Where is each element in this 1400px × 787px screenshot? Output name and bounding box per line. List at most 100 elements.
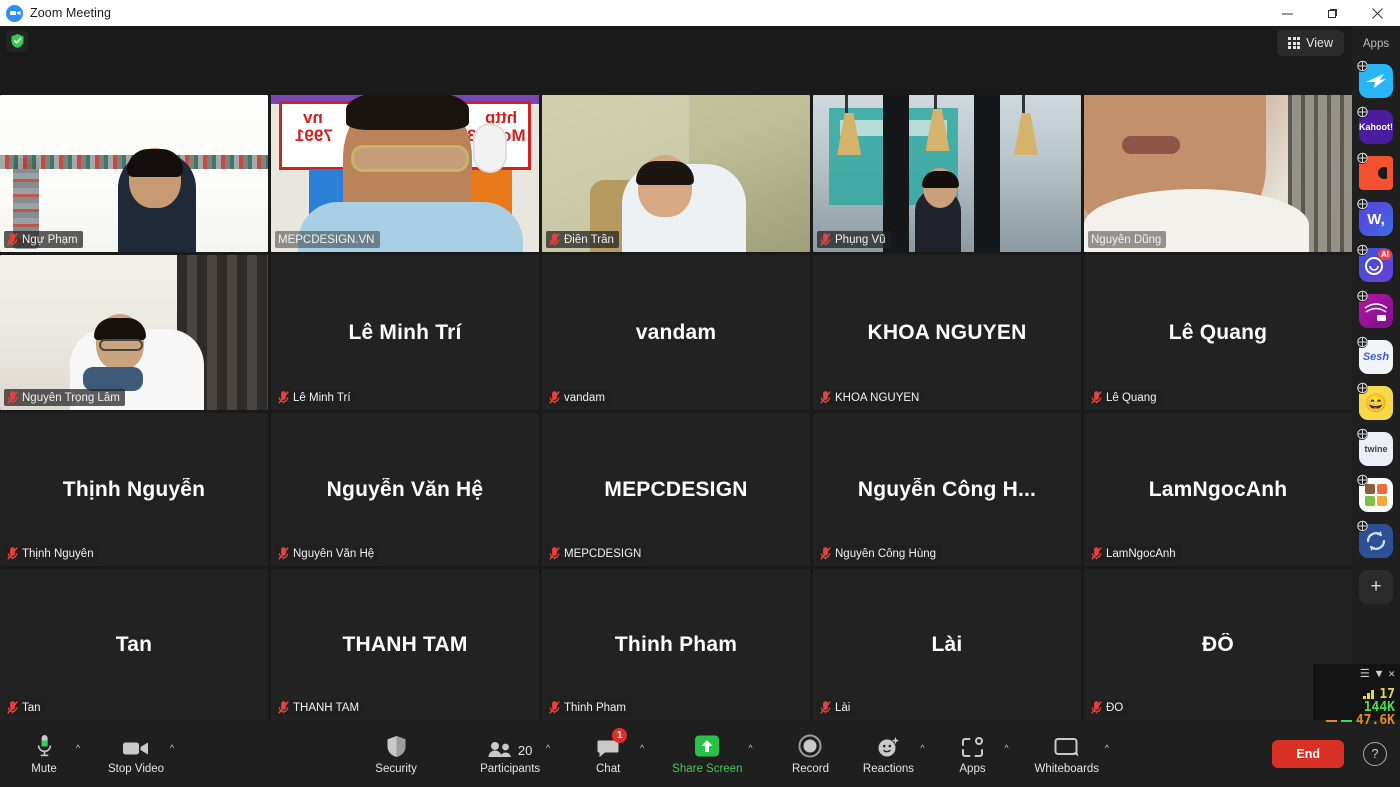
- participants-button[interactable]: 20 Participants: [480, 726, 540, 782]
- participant-name: Lê Minh Trí: [293, 391, 351, 404]
- video-tile[interactable]: MEPCDESIGN MEPCDESIGN: [542, 413, 810, 566]
- participant-name: MEPCDESIGN.VN: [278, 233, 375, 246]
- add-badge-icon[interactable]: ⨁: [1356, 152, 1368, 164]
- apps-label: Apps: [959, 763, 986, 775]
- video-tile[interactable]: Nguyễn Dũng: [1084, 95, 1352, 252]
- participant-label: ĐÔ: [1088, 699, 1129, 716]
- video-tile[interactable]: Phụng Vũ: [813, 95, 1081, 252]
- video-tile[interactable]: Nguyễn Trọng Lâm: [0, 255, 268, 410]
- video-tile[interactable]: LamNgocAnh LamNgocAnh: [1084, 413, 1352, 566]
- muted-microphone-icon: [549, 547, 560, 560]
- video-tile[interactable]: Nguyễn Công H... Nguyễn Công Hùng: [813, 413, 1081, 566]
- download-dash-icon: [1340, 719, 1352, 722]
- app-item[interactable]: ⨁: [1356, 152, 1393, 190]
- app-item[interactable]: ⨁ W,: [1356, 198, 1393, 236]
- meeting-toolbar: Mute ^ Stop Video ^ Security 20 Particip…: [0, 720, 1400, 787]
- minimize-button[interactable]: [1265, 0, 1310, 26]
- participant-name: Nguyễn Trọng Lâm: [22, 391, 120, 404]
- security-button[interactable]: Security: [370, 726, 422, 782]
- participant-display-name: Nguyễn Công H...: [857, 477, 1037, 501]
- chat-chevron[interactable]: ^: [634, 735, 650, 761]
- add-badge-icon[interactable]: ⨁: [1356, 106, 1368, 118]
- gallery-row: Thịnh Nguyễn Thịnh Nguyễn Nguyễn Văn Hệ: [0, 413, 1352, 566]
- participant-name: Nguyễn Văn Hệ: [293, 547, 375, 560]
- reactions-button[interactable]: Reactions: [862, 726, 914, 782]
- video-tile-active-speaker[interactable]: nv 7991 httр Mobil 3 MEPCDESIGN.VN: [271, 95, 539, 252]
- app-item[interactable]: ⨁: [1356, 474, 1393, 512]
- window-title-bar: Zoom Meeting: [0, 0, 1400, 26]
- chat-bubble-icon: 1: [597, 728, 628, 758]
- record-circle-icon: [798, 732, 822, 758]
- video-tile[interactable]: Lê Quang Lê Quang: [1084, 255, 1352, 410]
- video-tile[interactable]: THANH TAM THANH TAM: [271, 569, 539, 720]
- participant-label: MEPCDESIGN.VN: [275, 231, 380, 248]
- mute-label: Mute: [31, 763, 57, 775]
- app-item[interactable]: ⨁ Kahoot!: [1356, 106, 1393, 144]
- video-tile[interactable]: Nguyễn Văn Hệ Nguyễn Văn Hệ: [271, 413, 539, 566]
- add-badge-icon[interactable]: ⨁: [1356, 474, 1368, 486]
- app-item[interactable]: ⨁: [1356, 60, 1393, 98]
- add-badge-icon[interactable]: ⨁: [1356, 290, 1368, 302]
- network-stats-overlay[interactable]: ☰ ▼ ✕ 17 144K 47.6K: [1313, 664, 1400, 727]
- reactions-chevron[interactable]: ^: [914, 735, 930, 761]
- app-item[interactable]: ⨁ 😄: [1356, 382, 1393, 420]
- help-circle-icon[interactable]: ?: [1363, 741, 1387, 766]
- participant-name: Phụng Vũ: [835, 233, 886, 246]
- video-tile[interactable]: Lê Minh Trí Lê Minh Trí: [271, 255, 539, 410]
- close-button[interactable]: [1355, 0, 1400, 26]
- hamburger-icon[interactable]: ☰: [1360, 667, 1370, 680]
- add-badge-icon[interactable]: ⨁: [1356, 198, 1368, 210]
- add-badge-icon[interactable]: ⨁: [1356, 336, 1368, 348]
- app-item[interactable]: ⨁ Sesh: [1356, 336, 1393, 374]
- video-options-chevron[interactable]: ^: [164, 735, 180, 761]
- add-app-button[interactable]: +: [1359, 570, 1393, 604]
- add-badge-icon[interactable]: ⨁: [1356, 382, 1368, 394]
- app-item[interactable]: ⨁ AI: [1356, 244, 1393, 282]
- stop-video-button[interactable]: Stop Video: [108, 726, 164, 782]
- whiteboards-chevron[interactable]: ^: [1099, 735, 1115, 761]
- participant-video: nv 7991 httр Mobil 3: [271, 95, 539, 252]
- chat-button[interactable]: 1 Chat: [582, 726, 634, 782]
- add-badge-icon[interactable]: ⨁: [1356, 520, 1368, 532]
- video-tile[interactable]: Ngự Phạm: [0, 95, 268, 252]
- video-tile[interactable]: Lài Lài: [813, 569, 1081, 720]
- add-badge-icon[interactable]: ⨁: [1356, 60, 1368, 72]
- apps-chevron[interactable]: ^: [998, 735, 1014, 761]
- video-tile[interactable]: vandam vandam: [542, 255, 810, 410]
- gallery-row: Ngự Phạm nv 7991 httр Mobil 3 MEPCDESIGN…: [0, 95, 1352, 252]
- video-tile[interactable]: Điền Trần: [542, 95, 810, 252]
- app-icon-label: Kahoot!: [1359, 122, 1393, 132]
- muted-microphone-icon: [7, 547, 18, 560]
- app-item[interactable]: ⨁ twine: [1356, 428, 1393, 466]
- add-badge-icon[interactable]: ⨁: [1356, 244, 1368, 256]
- video-tile[interactable]: Tan Tan: [0, 569, 268, 720]
- video-tile[interactable]: ĐÔ ĐÔ: [1084, 569, 1352, 720]
- muted-microphone-icon: [1091, 391, 1102, 404]
- video-tile[interactable]: Thịnh Nguyễn Thịnh Nguyễn: [0, 413, 268, 566]
- participants-chevron[interactable]: ^: [540, 735, 556, 761]
- video-tile[interactable]: Thinh Pham Thinh Pham: [542, 569, 810, 720]
- end-meeting-button[interactable]: End: [1272, 739, 1344, 768]
- participant-label: Nguyễn Văn Hệ: [275, 545, 380, 562]
- close-icon[interactable]: ✕: [1388, 667, 1395, 680]
- app-item[interactable]: ⨁: [1356, 520, 1393, 558]
- muted-microphone-icon: [1091, 701, 1102, 714]
- maximize-button[interactable]: [1310, 0, 1355, 26]
- share-screen-up-arrow-icon: [694, 732, 720, 758]
- mute-button[interactable]: Mute: [18, 726, 70, 782]
- view-button[interactable]: View: [1277, 30, 1344, 56]
- audio-options-chevron[interactable]: ^: [70, 735, 86, 761]
- apps-button[interactable]: Apps: [946, 726, 998, 782]
- whiteboards-button[interactable]: Whiteboards: [1034, 726, 1099, 782]
- participant-name: Lài: [835, 701, 851, 714]
- green-shield-check-icon[interactable]: [6, 30, 28, 52]
- chevron-down-icon[interactable]: ▼: [1376, 667, 1383, 680]
- muted-microphone-icon: [7, 391, 18, 404]
- app-item[interactable]: ⨁: [1356, 290, 1393, 328]
- share-chevron[interactable]: ^: [742, 735, 758, 761]
- video-tile[interactable]: KHOA NGUYEN KHOA NGUYEN: [813, 255, 1081, 410]
- participant-display-name: vandam: [635, 320, 717, 344]
- add-badge-icon[interactable]: ⨁: [1356, 428, 1368, 440]
- record-button[interactable]: Record: [784, 726, 836, 782]
- share-screen-button[interactable]: Share Screen: [672, 726, 742, 782]
